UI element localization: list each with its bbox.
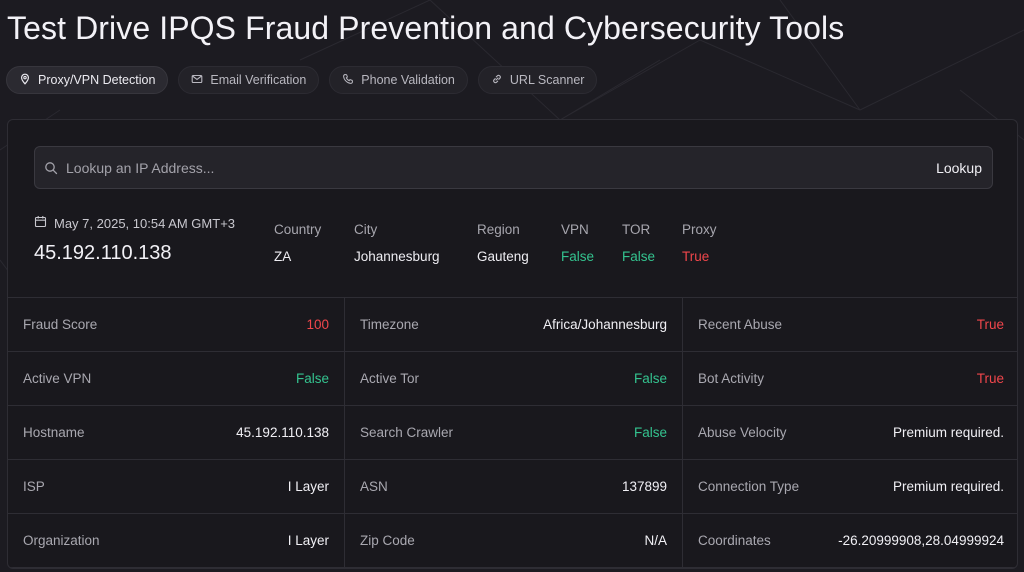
detail-value: Africa/Johannesburg	[543, 317, 667, 332]
detail-bot-activity: Bot Activity True	[683, 352, 1017, 406]
region-label: Region	[477, 222, 520, 237]
detail-value: False	[633, 371, 667, 386]
detail-value: I Layer	[287, 479, 329, 494]
proxy-value: True	[682, 249, 710, 264]
detail-label: ASN	[360, 479, 388, 494]
detail-value: False	[295, 371, 329, 386]
vpn-label: VPN	[561, 222, 589, 237]
ip-search-bar: Lookup	[34, 146, 993, 189]
detail-value: Premium required.	[892, 425, 1004, 440]
region-value: Gauteng	[477, 249, 529, 264]
detail-label: Abuse Velocity	[698, 425, 787, 440]
detail-value: False	[633, 425, 667, 440]
detail-value: 100	[306, 317, 329, 332]
map-pin-icon	[19, 73, 31, 88]
summary-country: Country ZA	[274, 222, 321, 264]
tab-label: URL Scanner	[509, 73, 585, 87]
mail-icon	[191, 73, 203, 88]
tab-label: Email Verification	[210, 73, 307, 87]
summary-vpn: VPN False	[561, 222, 594, 264]
detail-value: True	[976, 371, 1004, 386]
detail-search-crawler: Search Crawler False	[345, 406, 683, 460]
proxy-label: Proxy	[682, 222, 717, 237]
tab-url-scanner[interactable]: URL Scanner	[477, 66, 598, 94]
detail-value: True	[976, 317, 1004, 332]
link-icon	[491, 73, 503, 88]
ip-lookup-card: Lookup May 7, 2025, 10:54 AM GMT+3 45.19…	[7, 119, 1018, 569]
phone-icon	[342, 73, 354, 88]
detail-value: -26.20999908,28.04999924	[838, 533, 1004, 548]
page-title: Test Drive IPQS Fraud Prevention and Cyb…	[7, 10, 845, 46]
detail-label: Search Crawler	[360, 425, 454, 440]
tab-email-verification[interactable]: Email Verification	[178, 66, 320, 94]
detail-label: Timezone	[360, 317, 419, 332]
calendar-icon	[34, 215, 47, 231]
detail-connection-type: Connection Type Premium required.	[683, 460, 1017, 514]
detail-active-tor: Active Tor False	[345, 352, 683, 406]
detail-abuse-velocity: Abuse Velocity Premium required.	[683, 406, 1017, 460]
search-icon	[44, 161, 58, 175]
detail-label: Active VPN	[23, 371, 92, 386]
detail-zip-code: Zip Code N/A	[345, 514, 683, 568]
detail-value: 137899	[621, 479, 667, 494]
summary-city: City Johannesburg	[354, 222, 440, 264]
tor-label: TOR	[622, 222, 651, 237]
tab-label: Phone Validation	[361, 73, 455, 87]
city-value: Johannesburg	[354, 249, 440, 264]
detail-label: Bot Activity	[698, 371, 765, 386]
summary-tor: TOR False	[622, 222, 655, 264]
detail-fraud-score: Fraud Score 100	[8, 298, 345, 352]
detail-label: Organization	[23, 533, 100, 548]
detail-label: Active Tor	[360, 371, 420, 386]
detail-label: Hostname	[23, 425, 85, 440]
detail-isp: ISP I Layer	[8, 460, 345, 514]
detail-value: Premium required.	[892, 479, 1004, 494]
city-label: City	[354, 222, 378, 237]
detail-value: I Layer	[287, 533, 329, 548]
tool-tabs: Proxy/VPN Detection Email Verification P…	[6, 66, 598, 94]
detail-label: Coordinates	[698, 533, 771, 548]
detail-recent-abuse: Recent Abuse True	[683, 298, 1017, 352]
country-label: Country	[274, 222, 322, 237]
summary-proxy: Proxy True	[682, 222, 717, 264]
vpn-value: False	[561, 249, 595, 264]
tab-proxy-vpn-detection[interactable]: Proxy/VPN Detection	[6, 66, 169, 94]
detail-value: 45.192.110.138	[236, 425, 329, 440]
lookup-button[interactable]: Lookup	[936, 160, 982, 176]
detail-hostname: Hostname 45.192.110.138	[8, 406, 345, 460]
detail-organization: Organization I Layer	[8, 514, 345, 568]
tab-phone-validation[interactable]: Phone Validation	[329, 66, 468, 94]
lookup-timestamp: May 7, 2025, 10:54 AM GMT+3	[54, 215, 236, 231]
detail-coordinates: Coordinates -26.20999908,28.04999924	[683, 514, 1017, 568]
tor-value: False	[622, 249, 656, 264]
ip-address-input[interactable]	[66, 147, 937, 188]
details-grid: Fraud Score 100 Timezone Africa/Johannesbu…	[8, 297, 1017, 568]
lookup-summary: May 7, 2025, 10:54 AM GMT+3 45.192.110.1…	[34, 215, 235, 265]
detail-label: Connection Type	[698, 479, 800, 494]
detail-active-vpn: Active VPN False	[8, 352, 345, 406]
tab-label: Proxy/VPN Detection	[38, 73, 156, 87]
detail-label: Zip Code	[360, 533, 415, 548]
detail-timezone: Timezone Africa/Johannesburg	[345, 298, 683, 352]
detail-label: Fraud Score	[23, 317, 98, 332]
summary-region: Region Gauteng	[477, 222, 529, 264]
detail-asn: ASN 137899	[345, 460, 683, 514]
timestamp-line: May 7, 2025, 10:54 AM GMT+3	[34, 215, 235, 231]
ip-address: 45.192.110.138	[34, 242, 172, 264]
detail-label: ISP	[23, 479, 45, 494]
country-value: ZA	[274, 249, 292, 264]
detail-label: Recent Abuse	[698, 317, 783, 332]
detail-value: N/A	[644, 533, 667, 548]
